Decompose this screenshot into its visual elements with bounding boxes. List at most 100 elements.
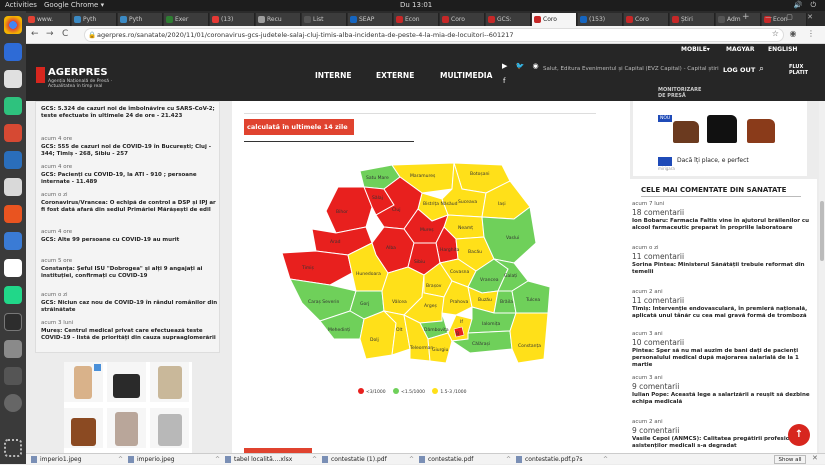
- commented-headline[interactable]: Iulian Pope: Această lege a salarizării …: [632, 392, 815, 406]
- system-tray[interactable]: 🔊 ⏻: [794, 0, 819, 11]
- news-headline[interactable]: Coronavirus/Vrancea: O echipă de control…: [41, 200, 219, 214]
- commented-headline[interactable]: Timiș: Intervenție endovasculară, în pre…: [632, 306, 815, 320]
- show-all-downloads-button[interactable]: Show all: [774, 455, 806, 464]
- browser-tab[interactable]: Coro: [624, 13, 669, 26]
- terminal-icon[interactable]: [4, 313, 22, 331]
- browser-tab[interactable]: SEAP: [348, 13, 393, 26]
- chevron-up-icon[interactable]: ^: [603, 454, 608, 465]
- page-scrollbar[interactable]: [819, 101, 825, 453]
- browser-tab[interactable]: (153): [578, 13, 623, 26]
- comment-count[interactable]: 11 comentarii: [632, 252, 815, 261]
- browser-tab[interactable]: GCS:: [486, 13, 531, 26]
- news-item[interactable]: acum 5 ore Constanța: Șeful ISU "Dobrogea…: [41, 258, 219, 280]
- nav-externe[interactable]: EXTERNE: [376, 71, 414, 80]
- browser-tab[interactable]: Exer: [164, 13, 209, 26]
- ad-tile[interactable]: [107, 408, 146, 448]
- scroll-to-top-button[interactable]: ↑: [788, 424, 810, 446]
- download-item[interactable]: imperio1.jpeg ^: [30, 454, 123, 465]
- pycharm-icon[interactable]: [4, 286, 22, 304]
- browser-tab[interactable]: Adm: [716, 13, 761, 26]
- news-item[interactable]: GCS: 5.324 de cazuri noi de îmbolnăvire …: [41, 104, 219, 120]
- download-item[interactable]: tabel localită....xlsx ^: [224, 454, 317, 465]
- monitoring-link[interactable]: MONITORIZARE DE PRESĂ: [658, 87, 701, 99]
- news-headline[interactable]: Mureș: Centrul medical privat care efect…: [41, 328, 219, 342]
- news-item[interactable]: acum 4 ore GCS: Pacienți cu COVID-19, la …: [41, 164, 219, 186]
- clock[interactable]: Du 13:01: [400, 0, 432, 11]
- calculator-icon[interactable]: [4, 340, 22, 358]
- commented-item[interactable]: acum 3 ani 9 comentarii Iulian Pope: Aceas…: [632, 375, 815, 406]
- help-icon[interactable]: [4, 232, 22, 250]
- download-item[interactable]: contestatie.pdf ^: [418, 454, 511, 465]
- download-item[interactable]: contestatie.pdf.p7s ^: [515, 454, 608, 465]
- commented-headline[interactable]: Ion Bobaru: Farmacia Faltis vine în ajut…: [632, 218, 815, 232]
- news-headline[interactable]: GCS: Pacienți cu COVID-19, la ATI - 910 …: [41, 172, 219, 186]
- chrome-icon[interactable]: [4, 16, 22, 34]
- search-icon[interactable]: ⌕: [759, 64, 764, 74]
- ad-caption[interactable]: Dacă îți place, e perfect: [677, 157, 749, 164]
- toolbar-icons[interactable]: ☆ ◉ ⋮: [772, 29, 819, 38]
- back-button[interactable]: ←: [31, 29, 39, 39]
- comment-count[interactable]: 18 comentarii: [632, 208, 815, 217]
- browser-tab[interactable]: Coro: [532, 13, 577, 26]
- browser-tab[interactable]: Pyth: [118, 13, 163, 26]
- ad-tile[interactable]: [64, 408, 103, 448]
- agerpres-logo[interactable]: AGERPRES Agenția Națională de Presă · Ac…: [36, 67, 112, 89]
- news-item[interactable]: acum 4 ore GCS: Alte 99 persoane cu COVID…: [41, 229, 219, 244]
- scrollbar-thumb[interactable]: [820, 201, 824, 261]
- news-item[interactable]: acum o zi GCS: Niciun caz nou de COVID-19…: [41, 292, 219, 314]
- app-menu[interactable]: Google Chrome ▾: [44, 0, 104, 11]
- mobile-link[interactable]: MOBILE▾: [681, 46, 710, 53]
- news-headline[interactable]: Constanța: Șeful ISU "Dobrogea" și alți …: [41, 266, 219, 280]
- nav-multimedia[interactable]: MULTIMEDIA: [440, 71, 492, 80]
- chevron-up-icon[interactable]: ^: [312, 454, 317, 465]
- ad-tile[interactable]: [150, 362, 189, 402]
- adchoices-icon[interactable]: [94, 364, 101, 371]
- download-item[interactable]: contestatie (1).pdf ^: [321, 454, 414, 465]
- browser-tab[interactable]: Recu: [256, 13, 301, 26]
- download-item[interactable]: imperio.jpeg ^: [127, 454, 220, 465]
- ad-tile[interactable]: [150, 408, 189, 448]
- new-tab-button[interactable]: +: [742, 12, 750, 22]
- news-headline[interactable]: GCS: Alte 99 persoane cu COVID-19 au mur…: [41, 237, 219, 244]
- comment-count[interactable]: 9 comentarii: [632, 382, 815, 391]
- chevron-up-icon[interactable]: ^: [409, 454, 414, 465]
- chevron-up-icon[interactable]: ^: [118, 454, 123, 465]
- news-item[interactable]: acum 4 ore GCS: 555 de cazuri noi de COVI…: [41, 136, 219, 158]
- commented-headline[interactable]: Sorina Pintea: Ministerul Sănătății treb…: [632, 262, 815, 276]
- app-icon[interactable]: [4, 97, 22, 115]
- news-headline[interactable]: GCS: 5.324 de cazuri noi de îmbolnăvire …: [41, 106, 219, 120]
- flux-platit-link[interactable]: FLUX PLATIT: [789, 64, 808, 76]
- chevron-up-icon[interactable]: ^: [506, 454, 511, 465]
- reload-button[interactable]: C: [62, 29, 68, 39]
- comment-count[interactable]: 10 comentarii: [632, 338, 815, 347]
- browser-tab[interactable]: List: [302, 13, 347, 26]
- window-controls[interactable]: — ▢ ✕: [765, 13, 819, 21]
- ad-tile[interactable]: [107, 362, 146, 402]
- news-headline[interactable]: GCS: Niciun caz nou de COVID-19 în rându…: [41, 300, 219, 314]
- browser-tab[interactable]: Pyth: [72, 13, 117, 26]
- social-icons[interactable]: ▶ 🐦 ◉: [502, 62, 542, 70]
- settings-icon[interactable]: [4, 367, 22, 385]
- english-link[interactable]: ENGLISH: [768, 46, 797, 53]
- software-icon[interactable]: [4, 205, 22, 223]
- facebook-icon[interactable]: f: [503, 77, 505, 85]
- show-apps-icon[interactable]: [4, 439, 22, 457]
- browser-tab[interactable]: Știri: [670, 13, 715, 26]
- writer-icon[interactable]: [4, 151, 22, 169]
- commented-item[interactable]: acum 2 ani 11 comentarii Timiș: Intervenți…: [632, 289, 815, 320]
- forward-button[interactable]: →: [46, 29, 54, 39]
- chevron-up-icon[interactable]: ^: [215, 454, 220, 465]
- ad-tile[interactable]: [64, 362, 103, 402]
- logout-button[interactable]: LOG OUT: [723, 66, 755, 74]
- advertisement[interactable]: [64, 362, 192, 453]
- commented-headline[interactable]: Pintea: Sper să nu mai auzim de bani daț…: [632, 348, 815, 369]
- browser-icon[interactable]: [4, 43, 22, 61]
- news-item[interactable]: acum o zi Coronavirus/Vrancea: O echipă d…: [41, 192, 219, 214]
- address-bar[interactable]: 🔒 agerpres.ro/sanatate/2020/11/01/corona…: [84, 28, 784, 42]
- browser-tab[interactable]: www.: [26, 13, 71, 26]
- text-editor-icon[interactable]: [4, 178, 22, 196]
- close-downloads-icon[interactable]: ✕: [812, 454, 818, 462]
- nav-interne[interactable]: INTERNE: [315, 71, 351, 80]
- activities-button[interactable]: Activities: [5, 0, 37, 11]
- sponsored-ad[interactable]: NOU Dacă îți place, e perfect mirigara: [633, 101, 807, 176]
